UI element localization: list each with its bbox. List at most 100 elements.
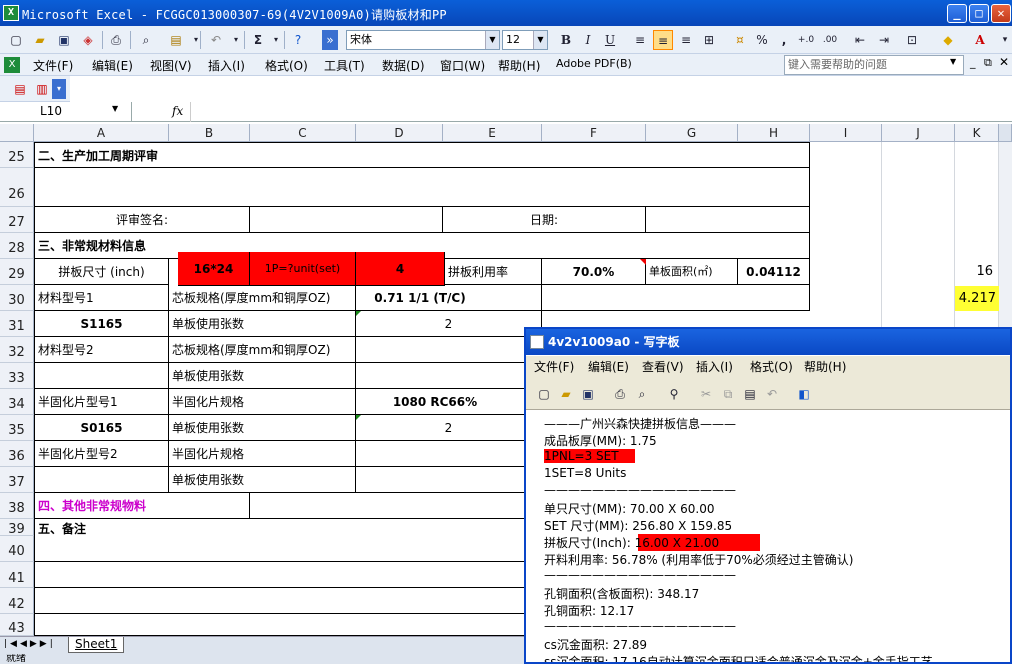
cell-a32[interactable]: 材料型号2 xyxy=(34,337,169,363)
borders-icon[interactable]: ⊡ xyxy=(902,30,922,50)
formula-input[interactable] xyxy=(190,102,1012,122)
currency-icon[interactable]: ¤ xyxy=(730,30,750,50)
row-header-26[interactable]: 26 xyxy=(0,168,34,207)
cell-a35[interactable]: S0165 xyxy=(34,415,169,441)
cell-a27[interactable]: 评审签名: xyxy=(34,207,250,233)
menu-data[interactable]: 数据(D) xyxy=(382,57,425,74)
font-dropdown-icon[interactable]: ▼ xyxy=(485,31,499,49)
menu-insert[interactable]: 插入(I) xyxy=(208,57,245,74)
cell-b31[interactable]: 单板使用张数 xyxy=(169,311,356,337)
research-icon[interactable]: ⌕ xyxy=(136,30,156,50)
row-header-32[interactable]: 32 xyxy=(0,337,34,363)
cell-b37[interactable]: 单板使用张数 xyxy=(169,467,356,493)
cell-d31[interactable]: 2 xyxy=(356,311,542,337)
row-header-25[interactable]: 25 xyxy=(0,142,34,168)
open-folder-icon[interactable]: ▰ xyxy=(30,30,50,50)
row-header-39[interactable]: 39 xyxy=(0,519,34,537)
toolbar-options-icon[interactable]: » xyxy=(322,30,338,50)
convert-pdf-email-icon[interactable]: ▥ xyxy=(32,79,52,99)
cell-a31[interactable]: S1165 xyxy=(34,311,169,337)
row-header-29[interactable]: 29 xyxy=(0,259,34,285)
decrease-decimal-icon[interactable]: .00 xyxy=(820,30,840,50)
cell-k29[interactable]: 16 xyxy=(955,259,999,285)
row-header-42[interactable]: 42 xyxy=(0,588,34,614)
bold-icon[interactable]: B xyxy=(556,30,576,50)
cell-d35[interactable]: 2 xyxy=(356,415,542,441)
wp-menu-view[interactable]: 查看(V) xyxy=(642,356,684,378)
pdf-toolbar-options-icon[interactable]: ▾ xyxy=(52,79,66,99)
align-center-icon[interactable]: ≡ xyxy=(653,30,673,50)
menu-help[interactable]: 帮助(H) xyxy=(498,57,540,74)
row-header-43[interactable]: 43 xyxy=(0,614,34,636)
cell-h29[interactable]: 0.04112 xyxy=(738,259,810,285)
wp-menu-insert[interactable]: 插入(I) xyxy=(696,356,733,378)
cell-a29[interactable]: 拼板尺寸 (inch) xyxy=(34,259,169,285)
fill-color-icon[interactable]: ◆ xyxy=(938,30,958,50)
cell-b34[interactable]: 半固化片规格 xyxy=(169,389,356,415)
menu-adobe-pdf[interactable]: Adobe PDF(B) xyxy=(556,57,632,70)
cell-a37[interactable] xyxy=(34,467,169,493)
minimize-button[interactable]: _ xyxy=(947,4,967,23)
cell-g29[interactable]: 单板面积(㎡) xyxy=(646,259,738,285)
cell-f30[interactable] xyxy=(542,285,810,311)
autosum-dropdown-icon[interactable]: ▾ xyxy=(266,30,286,50)
wp-menu-help[interactable]: 帮助(H) xyxy=(804,356,846,378)
cell-k30[interactable]: 4.217 xyxy=(955,286,999,311)
permission-icon[interactable]: ◈ xyxy=(78,30,98,50)
new-document-icon[interactable]: ▢ xyxy=(6,30,26,50)
col-header-e[interactable]: E xyxy=(443,124,542,142)
cell-f29[interactable]: 70.0% xyxy=(542,259,646,285)
workbook-minimize-icon[interactable]: _ xyxy=(970,56,976,69)
cell-a34[interactable]: 半固化片型号1 xyxy=(34,389,169,415)
merge-center-icon[interactable]: ⊞ xyxy=(699,30,719,50)
col-header-b[interactable]: B xyxy=(169,124,250,142)
col-header-j[interactable]: J xyxy=(882,124,955,142)
workbook-close-icon[interactable]: ✕ xyxy=(999,55,1009,69)
col-header-h[interactable]: H xyxy=(738,124,810,142)
help-icon[interactable]: ? xyxy=(288,30,308,50)
row-header-40[interactable]: 40 xyxy=(0,536,34,562)
cell-g27[interactable] xyxy=(646,207,810,233)
col-header-d[interactable]: D xyxy=(356,124,443,142)
cell-d34[interactable]: 1080 RC66% xyxy=(356,389,542,415)
wp-print-icon[interactable]: ⎙ xyxy=(610,384,630,404)
col-header-c[interactable]: C xyxy=(250,124,356,142)
wp-menu-edit[interactable]: 编辑(E) xyxy=(588,356,629,378)
workbook-icon[interactable]: X xyxy=(4,57,20,73)
cell-d32[interactable] xyxy=(356,337,542,363)
save-icon[interactable]: ▣ xyxy=(54,30,74,50)
cell-c38[interactable] xyxy=(250,493,542,519)
row-header-38[interactable]: 38 xyxy=(0,493,34,519)
cell-e29[interactable]: 拼板利用率 xyxy=(445,259,542,285)
cell-a39[interactable]: 五、备注 xyxy=(34,519,542,562)
wp-paste-icon[interactable]: ▤ xyxy=(740,384,760,404)
cell-a30[interactable]: 材料型号1 xyxy=(34,285,169,311)
row-header-37[interactable]: 37 xyxy=(0,467,34,493)
help-search-input[interactable]: 键入需要帮助的问题 xyxy=(784,55,964,75)
decrease-indent-icon[interactable]: ⇤ xyxy=(850,30,870,50)
vertical-scrollbar-top[interactable] xyxy=(999,124,1012,142)
maximize-button[interactable]: □ xyxy=(969,4,989,23)
row-header-41[interactable]: 41 xyxy=(0,562,34,588)
menu-tools[interactable]: 工具(T) xyxy=(324,57,365,74)
font-name-combo[interactable]: 宋体 ▼ xyxy=(346,30,500,50)
cell-d37[interactable] xyxy=(356,467,542,493)
underline-icon[interactable]: U xyxy=(600,30,620,50)
row-header-36[interactable]: 36 xyxy=(0,441,34,467)
cell-a41[interactable] xyxy=(34,562,542,588)
menu-file[interactable]: 文件(F) xyxy=(33,57,73,74)
help-dropdown-icon[interactable]: ▼ xyxy=(950,57,956,66)
col-header-f[interactable]: F xyxy=(542,124,646,142)
wp-new-icon[interactable]: ▢ xyxy=(534,384,554,404)
row-header-31[interactable]: 31 xyxy=(0,311,34,337)
close-button[interactable]: ✕ xyxy=(991,4,1011,23)
wp-insert-datetime-icon[interactable]: ◧ xyxy=(794,384,814,404)
size-dropdown-icon[interactable]: ▼ xyxy=(533,31,547,49)
col-header-g[interactable]: G xyxy=(646,124,738,142)
print-icon[interactable]: ⎙ xyxy=(106,30,126,50)
increase-indent-icon[interactable]: ⇥ xyxy=(874,30,894,50)
italic-icon[interactable]: I xyxy=(578,30,598,50)
tab-sheet1[interactable]: Sheet1 xyxy=(68,637,125,653)
menu-window[interactable]: 窗口(W) xyxy=(440,57,485,74)
row-header-27[interactable]: 27 xyxy=(0,207,34,233)
